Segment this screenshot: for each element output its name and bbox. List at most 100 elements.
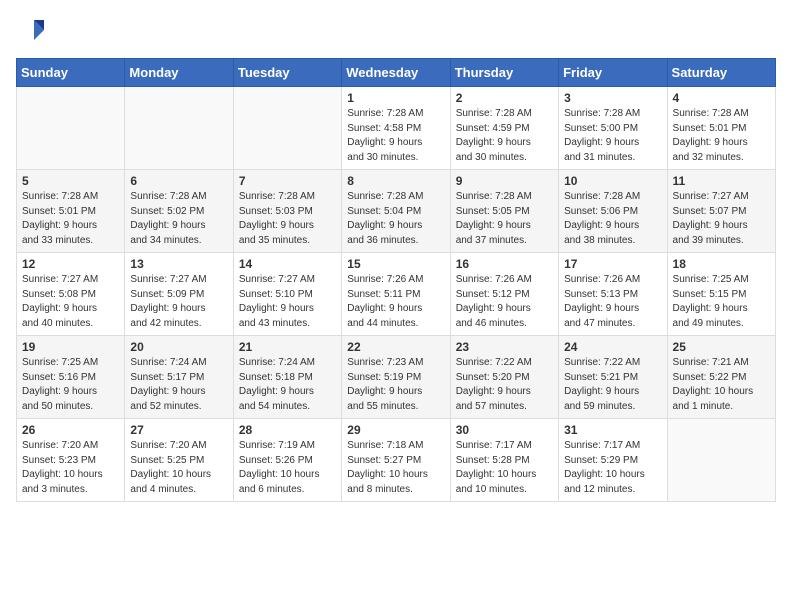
day-info: Sunrise: 7:22 AM Sunset: 5:20 PM Dayligh… (456, 356, 553, 414)
calendar-cell: 5Sunrise: 7:28 AM Sunset: 5:01 PM Daylig… (17, 170, 125, 253)
calendar-week-row: 12Sunrise: 7:27 AM Sunset: 5:08 PM Dayli… (17, 253, 776, 336)
day-number: 4 (673, 91, 770, 105)
day-info: Sunrise: 7:28 AM Sunset: 5:03 PM Dayligh… (239, 190, 336, 248)
calendar-week-row: 5Sunrise: 7:28 AM Sunset: 5:01 PM Daylig… (17, 170, 776, 253)
day-info: Sunrise: 7:27 AM Sunset: 5:08 PM Dayligh… (22, 273, 119, 331)
calendar-cell: 16 Sunrise: 7:26 AM Sunset: 5:12 PM Dayli… (450, 253, 558, 336)
calendar-cell: 25Sunrise: 7:21 AM Sunset: 5:22 PM Dayli… (667, 336, 775, 419)
calendar-cell: 14Sunrise: 7:27 AM Sunset: 5:10 PM Dayli… (233, 253, 341, 336)
day-number: 2 (456, 91, 553, 105)
calendar-cell: 31 Sunrise: 7:17 AM Sunset: 5:29 PM Dayli… (559, 419, 667, 502)
day-of-week-header: Tuesday (233, 59, 341, 87)
calendar-cell: 4 Sunrise: 7:28 AM Sunset: 5:01 PM Daylig… (667, 87, 775, 170)
calendar-cell (233, 87, 341, 170)
day-info: Sunrise: 7:28 AM Sunset: 5:02 PM Dayligh… (130, 190, 227, 248)
day-number: 16 (456, 257, 553, 271)
day-number: 14 (239, 257, 336, 271)
calendar-cell (125, 87, 233, 170)
calendar-week-row: 1Sunrise: 7:28 AM Sunset: 4:58 PM Daylig… (17, 87, 776, 170)
calendar-cell (667, 419, 775, 502)
day-info: Sunrise: 7:26 AM Sunset: 5:11 PM Dayligh… (347, 273, 444, 331)
day-number: 22 (347, 340, 444, 354)
day-number: 26 (22, 423, 119, 437)
day-info: Sunrise: 7:17 AM Sunset: 5:28 PM Dayligh… (456, 439, 553, 497)
day-number: 3 (564, 91, 661, 105)
calendar-cell: 3 Sunrise: 7:28 AM Sunset: 5:00 PM Daylig… (559, 87, 667, 170)
day-number: 31 (564, 423, 661, 437)
day-info: Sunrise: 7:28 AM Sunset: 5:04 PM Dayligh… (347, 190, 444, 248)
day-info: Sunrise: 7:28 AM Sunset: 5:00 PM Dayligh… (564, 107, 661, 165)
calendar-week-row: 19 Sunrise: 7:25 AM Sunset: 5:16 PM Dayli… (17, 336, 776, 419)
calendar-week-row: 26 Sunrise: 7:20 AM Sunset: 5:23 PM Dayli… (17, 419, 776, 502)
calendar-cell: 19 Sunrise: 7:25 AM Sunset: 5:16 PM Dayli… (17, 336, 125, 419)
calendar-cell: 18 Sunrise: 7:25 AM Sunset: 5:15 PM Dayli… (667, 253, 775, 336)
day-info: Sunrise: 7:28 AM Sunset: 5:01 PM Dayligh… (22, 190, 119, 248)
day-info: Sunrise: 7:20 AM Sunset: 5:25 PM Dayligh… (130, 439, 227, 497)
day-number: 13 (130, 257, 227, 271)
day-info: Sunrise: 7:25 AM Sunset: 5:16 PM Dayligh… (22, 356, 119, 414)
calendar-cell: 23 Sunrise: 7:22 AM Sunset: 5:20 PM Dayli… (450, 336, 558, 419)
calendar-cell: 8Sunrise: 7:28 AM Sunset: 5:04 PM Daylig… (342, 170, 450, 253)
day-number: 23 (456, 340, 553, 354)
day-of-week-header: Thursday (450, 59, 558, 87)
calendar-cell: 24 Sunrise: 7:22 AM Sunset: 5:21 PM Dayli… (559, 336, 667, 419)
day-number: 27 (130, 423, 227, 437)
logo (16, 16, 50, 46)
calendar-cell: 17Sunrise: 7:26 AM Sunset: 5:13 PM Dayli… (559, 253, 667, 336)
calendar-cell: 10 Sunrise: 7:28 AM Sunset: 5:06 PM Dayli… (559, 170, 667, 253)
day-number: 25 (673, 340, 770, 354)
day-number: 9 (456, 174, 553, 188)
day-number: 20 (130, 340, 227, 354)
day-number: 10 (564, 174, 661, 188)
day-info: Sunrise: 7:22 AM Sunset: 5:21 PM Dayligh… (564, 356, 661, 414)
calendar-cell: 30 Sunrise: 7:17 AM Sunset: 5:28 PM Dayli… (450, 419, 558, 502)
calendar-cell: 12Sunrise: 7:27 AM Sunset: 5:08 PM Dayli… (17, 253, 125, 336)
day-number: 24 (564, 340, 661, 354)
calendar-table: SundayMondayTuesdayWednesdayThursdayFrid… (16, 58, 776, 502)
calendar-cell: 2 Sunrise: 7:28 AM Sunset: 4:59 PM Daylig… (450, 87, 558, 170)
day-info: Sunrise: 7:28 AM Sunset: 5:06 PM Dayligh… (564, 190, 661, 248)
day-number: 18 (673, 257, 770, 271)
day-of-week-header: Friday (559, 59, 667, 87)
day-number: 30 (456, 423, 553, 437)
calendar-cell: 20 Sunrise: 7:24 AM Sunset: 5:17 PM Dayli… (125, 336, 233, 419)
page-header (16, 16, 776, 46)
day-number: 29 (347, 423, 444, 437)
day-number: 11 (673, 174, 770, 188)
logo-icon (16, 16, 46, 46)
calendar-cell: 6 Sunrise: 7:28 AM Sunset: 5:02 PM Daylig… (125, 170, 233, 253)
calendar-cell: 7 Sunrise: 7:28 AM Sunset: 5:03 PM Daylig… (233, 170, 341, 253)
day-info: Sunrise: 7:20 AM Sunset: 5:23 PM Dayligh… (22, 439, 119, 497)
calendar-cell: 15 Sunrise: 7:26 AM Sunset: 5:11 PM Dayli… (342, 253, 450, 336)
calendar-cell: 21 Sunrise: 7:24 AM Sunset: 5:18 PM Dayli… (233, 336, 341, 419)
calendar-cell: 29 Sunrise: 7:18 AM Sunset: 5:27 PM Dayli… (342, 419, 450, 502)
day-info: Sunrise: 7:23 AM Sunset: 5:19 PM Dayligh… (347, 356, 444, 414)
day-info: Sunrise: 7:26 AM Sunset: 5:12 PM Dayligh… (456, 273, 553, 331)
day-of-week-header: Wednesday (342, 59, 450, 87)
day-info: Sunrise: 7:24 AM Sunset: 5:17 PM Dayligh… (130, 356, 227, 414)
day-number: 7 (239, 174, 336, 188)
calendar-cell: 22 Sunrise: 7:23 AM Sunset: 5:19 PM Dayli… (342, 336, 450, 419)
day-number: 19 (22, 340, 119, 354)
day-number: 6 (130, 174, 227, 188)
day-number: 21 (239, 340, 336, 354)
day-info: Sunrise: 7:28 AM Sunset: 4:59 PM Dayligh… (456, 107, 553, 165)
calendar-cell: 27 Sunrise: 7:20 AM Sunset: 5:25 PM Dayli… (125, 419, 233, 502)
calendar-cell (17, 87, 125, 170)
day-info: Sunrise: 7:24 AM Sunset: 5:18 PM Dayligh… (239, 356, 336, 414)
day-info: Sunrise: 7:28 AM Sunset: 5:05 PM Dayligh… (456, 190, 553, 248)
day-info: Sunrise: 7:17 AM Sunset: 5:29 PM Dayligh… (564, 439, 661, 497)
day-info: Sunrise: 7:26 AM Sunset: 5:13 PM Dayligh… (564, 273, 661, 331)
day-info: Sunrise: 7:28 AM Sunset: 5:01 PM Dayligh… (673, 107, 770, 165)
calendar-header-row: SundayMondayTuesdayWednesdayThursdayFrid… (17, 59, 776, 87)
day-info: Sunrise: 7:27 AM Sunset: 5:07 PM Dayligh… (673, 190, 770, 248)
day-info: Sunrise: 7:27 AM Sunset: 5:09 PM Dayligh… (130, 273, 227, 331)
day-number: 28 (239, 423, 336, 437)
day-number: 15 (347, 257, 444, 271)
day-info: Sunrise: 7:19 AM Sunset: 5:26 PM Dayligh… (239, 439, 336, 497)
calendar-cell: 13 Sunrise: 7:27 AM Sunset: 5:09 PM Dayli… (125, 253, 233, 336)
calendar-cell: 9 Sunrise: 7:28 AM Sunset: 5:05 PM Daylig… (450, 170, 558, 253)
day-of-week-header: Saturday (667, 59, 775, 87)
day-info: Sunrise: 7:18 AM Sunset: 5:27 PM Dayligh… (347, 439, 444, 497)
day-info: Sunrise: 7:25 AM Sunset: 5:15 PM Dayligh… (673, 273, 770, 331)
